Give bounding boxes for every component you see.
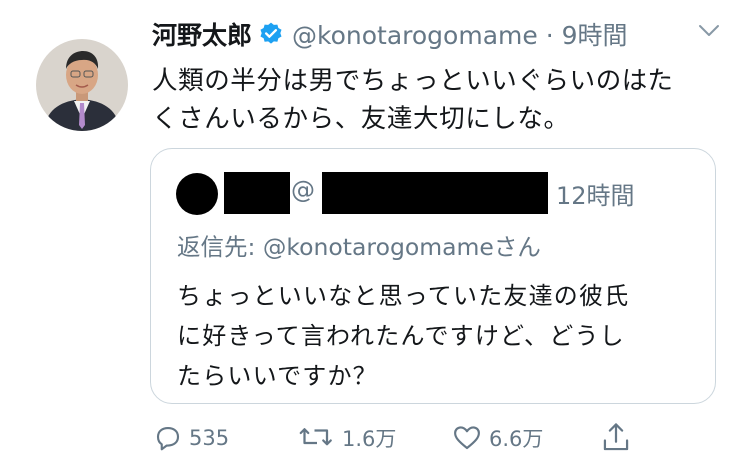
- retweet-count: 1.6万: [342, 427, 397, 451]
- tweet-actions-bar: 535 1.6万 6.6万: [0, 420, 749, 460]
- verified-badge-icon: [260, 22, 282, 44]
- retweet-button[interactable]: 1.6万: [298, 420, 396, 456]
- quoted-text-line: ちょっといいなと思っていた友達の彼氏: [177, 282, 630, 310]
- reply-count: 535: [189, 426, 230, 450]
- author-handle-time[interactable]: @konotarogomame · 9時間: [292, 16, 628, 52]
- retweet-icon: [299, 428, 332, 446]
- quoted-reply-to: 返信先: @konotarogomameさん: [177, 233, 541, 261]
- quoted-avatar-redacted: [176, 173, 218, 215]
- quoted-text-line: に好きって言われたんですけど、どうし: [177, 322, 625, 350]
- share-icon: [603, 423, 629, 451]
- quoted-timestamp: 12時間: [556, 182, 635, 210]
- quoted-handle-redacted: [322, 172, 548, 214]
- like-count: 6.6万: [489, 427, 544, 451]
- chevron-down-icon[interactable]: [698, 24, 720, 38]
- avatar-portrait-image: [36, 39, 128, 131]
- quoted-name-redacted: [224, 172, 290, 214]
- quoted-text-line: たらいいですか？: [177, 362, 378, 390]
- reply-icon: [156, 426, 180, 451]
- reply-button[interactable]: 535: [153, 420, 229, 456]
- tweet-text-line: 人類の半分は男でちょっといいぐらいのはた: [152, 66, 674, 96]
- quoted-handle-at: @: [291, 176, 315, 204]
- like-button[interactable]: 6.6万: [451, 420, 543, 456]
- tweet-text-line: くさんいるから、友達大切にしな。: [152, 104, 570, 134]
- heart-icon: [454, 426, 480, 450]
- author-avatar[interactable]: [36, 39, 128, 131]
- share-button[interactable]: [601, 420, 637, 456]
- author-name[interactable]: 河野太郎: [152, 16, 252, 52]
- tweet-header: 河野太郎 @konotarogomame · 9時間: [152, 15, 628, 53]
